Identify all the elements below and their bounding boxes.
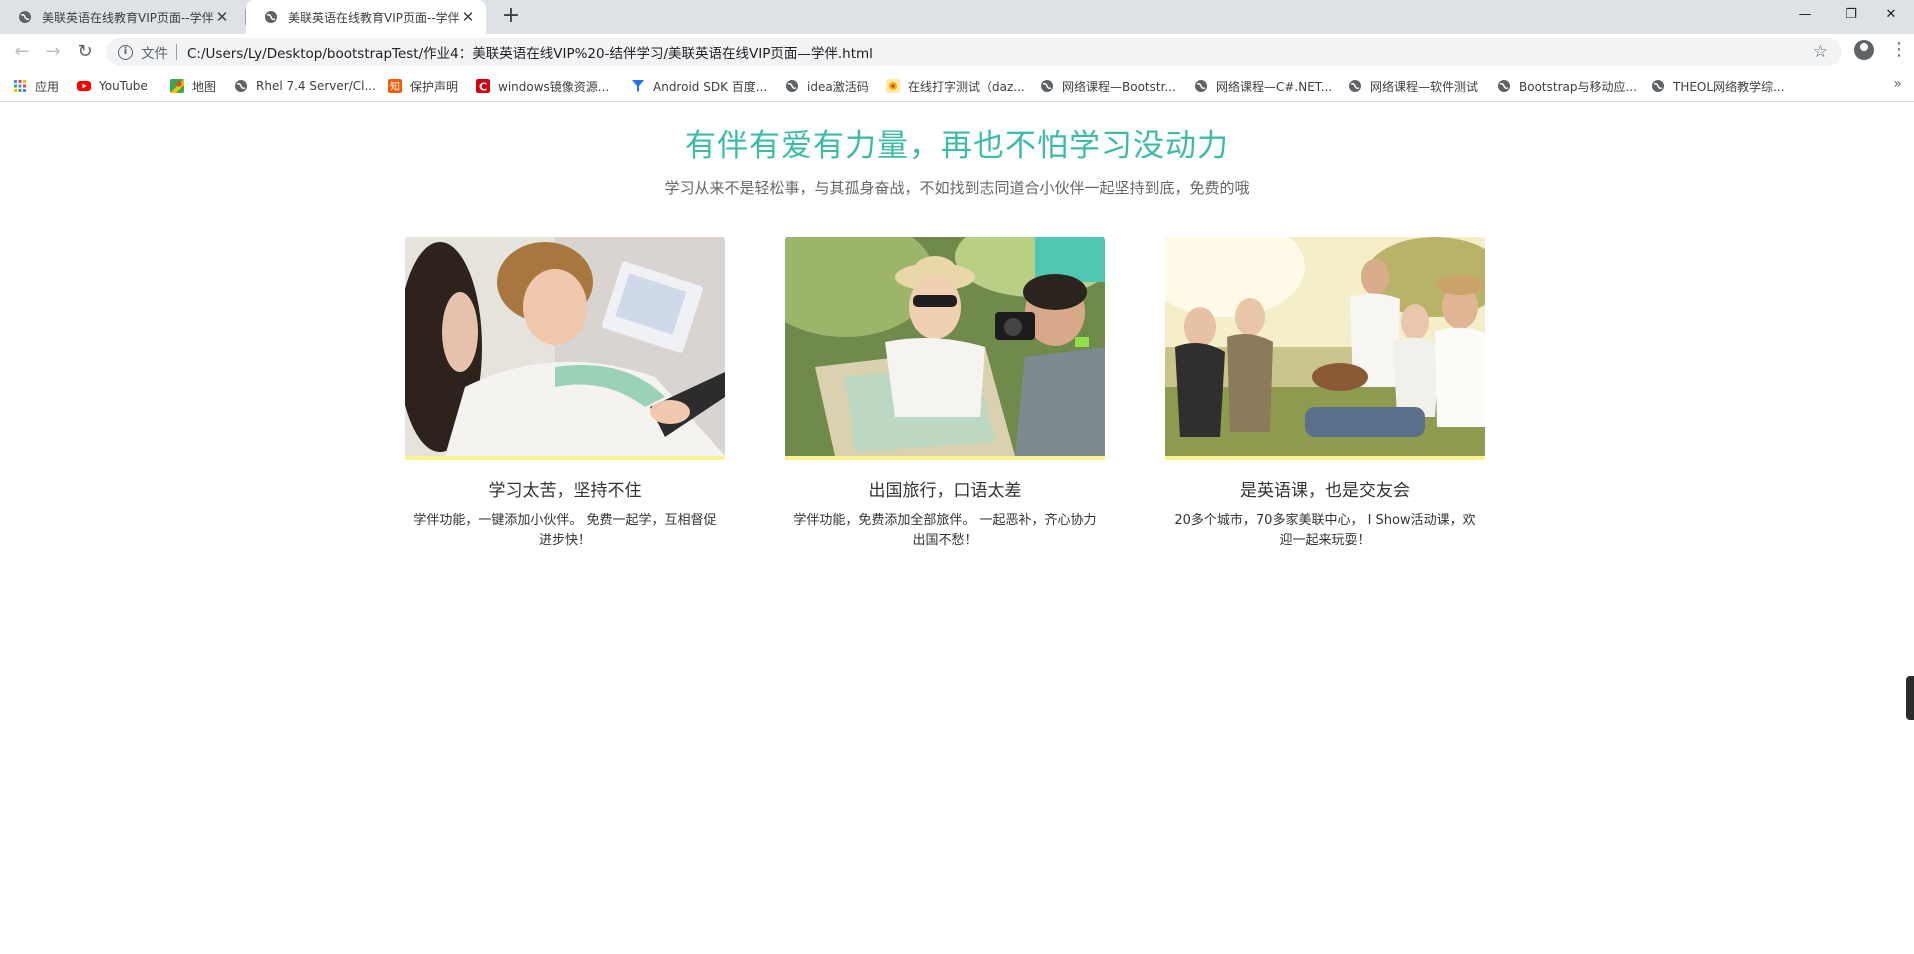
bookmark-apps[interactable]: 应用 [13, 77, 59, 95]
card-accent-bar [785, 456, 1105, 460]
back-arrow-icon[interactable]: ← [10, 40, 34, 64]
card-accent-bar [405, 456, 725, 460]
card-description: 学伴功能，一键添加小伙伴。 免费一起学，互相督促进步快！ [413, 513, 717, 548]
reload-icon[interactable]: ↻ [73, 40, 97, 64]
bookmark-course-csharp[interactable]: 网络课程—C#.NET... [1194, 77, 1332, 95]
tab-close-icon[interactable]: ✕ [460, 8, 476, 26]
profile-avatar-icon[interactable] [1854, 40, 1874, 60]
feature-card: 出国旅行，口语太差 学伴功能，免费添加全部旅伴。 一起恶补，齐心协力出国不愁！ [785, 237, 1105, 551]
bookmark-windows[interactable]: C windows镜像资源... [476, 77, 609, 95]
minimize-button[interactable]: — [1782, 2, 1828, 30]
globe-icon [1498, 80, 1510, 92]
bookmark-theol[interactable]: THEOL网络教学综... [1651, 77, 1785, 95]
close-window-button[interactable]: ✕ [1868, 2, 1914, 30]
youtube-icon [77, 81, 91, 91]
globe-icon [1195, 80, 1207, 92]
bookmark-label: idea激活码 [807, 79, 869, 94]
bookmark-star-icon[interactable]: ☆ [1813, 42, 1828, 62]
page-subline: 学习从来不是轻松事，与其孤身奋战，不如找到志同道合小伙伴一起坚持到底，免费的哦 [664, 179, 1250, 197]
bookmark-android-sdk[interactable]: Android SDK 百度... [631, 77, 767, 95]
globe-icon [1652, 80, 1664, 92]
maps-icon [170, 79, 184, 93]
funnel-icon [632, 80, 644, 92]
c-logo-icon: C [476, 79, 490, 93]
bookmark-label: 网络课程—C#.NET... [1216, 79, 1333, 94]
bookmark-label: YouTube [99, 79, 148, 93]
globe-icon [1349, 80, 1361, 92]
bookmark-label: Rhel 7.4 Server/Cl... [256, 79, 376, 93]
travelers-map-photo [785, 237, 1105, 456]
info-icon[interactable]: i [118, 44, 133, 60]
bookmark-course-bootstrap[interactable]: 网络课程—Bootstr... [1040, 77, 1176, 95]
students-studying-photo [405, 237, 725, 456]
bookmark-label: windows镜像资源... [498, 79, 610, 94]
globe-icon [19, 11, 31, 23]
friends-park-photo [1165, 237, 1485, 456]
typing-icon [886, 79, 900, 93]
url-text[interactable]: C:/Users/Ly/Desktop/bootstrapTest/作业4：美联… [187, 42, 873, 62]
menu-dots-icon[interactable]: ⋮ [1890, 40, 1908, 60]
svg-text:C: C [479, 81, 487, 94]
browser-tab-active[interactable]: 美联英语在线教育VIP页面--学伴 ✕ [246, 0, 486, 34]
tab-strip: 美联英语在线教育VIP页面--学伴 ✕ 美联英语在线教育VIP页面--学伴 ✕ … [0, 0, 1914, 34]
photo-illustration [405, 237, 725, 456]
card-description: 学伴功能，免费添加全部旅伴。 一起恶补，齐心协力出国不愁！ [793, 513, 1097, 548]
bookmark-label: 网络课程—软件测试 [1370, 79, 1479, 94]
page-content: 有伴有爱有力量，再也不怕学习没动力 学习从来不是轻松事，与其孤身奋战，不如找到志… [0, 103, 1914, 954]
bookmark-maps[interactable]: 地图 [170, 77, 216, 95]
bookmark-typing-test[interactable]: 在线打字测试（daz... [886, 77, 1025, 95]
globe-icon [786, 80, 798, 92]
bookmarks-bar: 应用 YouTube 地图 Rhel 7.4 Server/Cl... 知 保护… [0, 70, 1914, 102]
bookmark-protect[interactable]: 知 保护声明 [388, 77, 458, 95]
browser-toolbar: ← → ↻ i 文件 C:/Users/Ly/Desktop/bootstrap… [0, 34, 1914, 70]
globe-icon [265, 11, 277, 23]
bookmark-label: Bootstrap与移动应... [1519, 79, 1637, 94]
apps-grid-icon [14, 80, 26, 92]
bookmark-rhel[interactable]: Rhel 7.4 Server/Cl... [234, 77, 376, 95]
bookmark-label: 网络课程—Bootstr... [1062, 79, 1176, 94]
bookmark-label: 地图 [192, 79, 217, 94]
plus-icon[interactable]: + [499, 5, 523, 29]
tab-close-icon[interactable]: ✕ [214, 8, 230, 26]
address-bar[interactable]: i 文件 C:/Users/Ly/Desktop/bootstrapTest/作… [106, 38, 1842, 66]
scheme-label: 文件 [141, 46, 168, 62]
bookmark-label: THEOL网络教学综... [1673, 79, 1785, 94]
bookmark-course-testing[interactable]: 网络课程—软件测试 [1348, 77, 1478, 95]
bookmark-idea[interactable]: idea激活码 [785, 77, 869, 95]
svg-text:知: 知 [390, 80, 400, 93]
browser-tab[interactable]: 美联英语在线教育VIP页面--学伴 ✕ [0, 0, 240, 34]
side-panel-handle[interactable] [1906, 676, 1914, 720]
bookmark-label: 保护声明 [410, 79, 459, 94]
forward-arrow-icon[interactable]: → [41, 40, 65, 64]
tab-title: 美联英语在线教育VIP页面--学伴 [288, 10, 460, 25]
bookmark-label: 应用 [35, 79, 60, 94]
card-accent-bar [1165, 456, 1485, 460]
photo-illustration [1165, 237, 1485, 456]
bookmark-label: 在线打字测试（daz... [908, 79, 1025, 94]
bookmarks-overflow-icon[interactable]: » [1893, 76, 1902, 92]
card-title: 是英语课，也是交友会 [1240, 481, 1410, 501]
bookmark-youtube[interactable]: YouTube [77, 77, 148, 95]
card-title: 出国旅行，口语太差 [868, 481, 1022, 501]
bookmark-label: Android SDK 百度... [653, 79, 768, 94]
shield-icon: 知 [388, 79, 402, 93]
feature-card: 学习太苦，坚持不住 学伴功能，一键添加小伙伴。 免费一起学，互相督促进步快！ [405, 237, 725, 551]
globe-icon [235, 80, 247, 92]
tab-title: 美联英语在线教育VIP页面--学伴 [42, 10, 214, 25]
page-headline: 有伴有爱有力量，再也不怕学习没动力 [685, 128, 1229, 164]
bookmark-bootstrap-mobile[interactable]: Bootstrap与移动应... [1497, 77, 1637, 95]
photo-illustration [785, 237, 1105, 456]
feature-card: 是英语课，也是交友会 20多个城市，70多家美联中心， I Show活动课，欢迎… [1165, 237, 1485, 551]
globe-icon [1041, 80, 1053, 92]
divider [176, 44, 177, 60]
card-description: 20多个城市，70多家美联中心， I Show活动课，欢迎一起来玩耍！ [1174, 513, 1476, 548]
card-title: 学习太苦，坚持不住 [488, 481, 642, 501]
